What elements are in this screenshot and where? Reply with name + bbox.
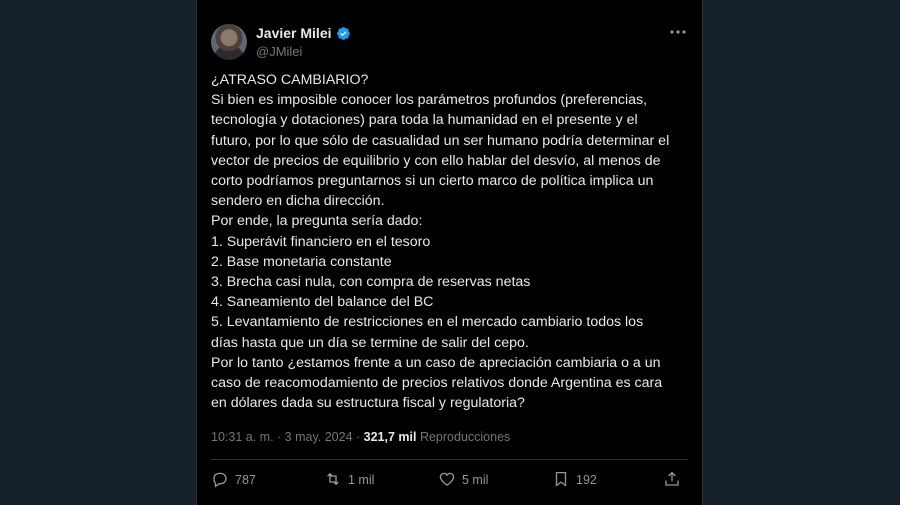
- tweet-line: en dólares dada su estructura fiscal y r…: [211, 395, 525, 412]
- tweet-line: tecnología y dotaciones) para toda la hu…: [211, 112, 638, 129]
- tweet-line: Si bien es imposible conocer los parámet…: [211, 92, 648, 109]
- tweet-line: 5. Levantamiento de restricciones en el …: [211, 314, 644, 331]
- tweet-line: 3. Brecha casi nula, con compra de reser…: [211, 274, 531, 291]
- tweet-line: vector de precios de equilibrio y con el…: [211, 152, 661, 169]
- bookmark-count: 192: [576, 473, 597, 487]
- tweet-body: ¿ATRASO CAMBIARIO? Si bien es imposible …: [211, 70, 691, 413]
- tweet-line: caso de reacomodamiento de precios relat…: [211, 375, 663, 392]
- views-label: Reproducciones: [419, 430, 511, 444]
- avatar[interactable]: [211, 24, 247, 60]
- reply-icon: [211, 470, 229, 491]
- tweet-line: ¿ATRASO CAMBIARIO?: [211, 72, 369, 88]
- tweet-line: Por ende, la pregunta sería dado:: [211, 213, 423, 230]
- retweet-count: 1 mil: [348, 473, 375, 487]
- like-count: 5 mil: [462, 473, 489, 487]
- author-display-name[interactable]: Javier Milei: [256, 25, 332, 41]
- retweet-button[interactable]: 1 mil: [324, 466, 374, 494]
- action-bar: 787 1 mil 5 mil 192: [211, 466, 688, 494]
- tweet-line: 1. Superávit financiero en el tesoro: [211, 233, 431, 250]
- bookmark-button[interactable]: 192: [552, 466, 597, 494]
- views-count: 321,7 mil: [363, 430, 417, 444]
- like-button[interactable]: 5 mil: [438, 466, 488, 494]
- tweet-line: 4. Saneamiento del balance del BC: [211, 294, 434, 311]
- tweet-line: corto podríamos preguntarnos si un ciert…: [211, 173, 654, 190]
- tweet-card: Javier Milei @JMilei ¿ATRASO CAMBIARIO? …: [196, 0, 703, 505]
- share-button[interactable]: [663, 466, 681, 494]
- heart-icon: [438, 470, 456, 491]
- tweet-meta: 10:31 a. m. · 3 may. 2024 · 321,7 mil Re…: [211, 430, 510, 444]
- tweet-line: futuro, por lo que sólo de casualidad un…: [211, 132, 670, 149]
- share-icon: [663, 470, 681, 491]
- tweet-header: Javier Milei @JMilei: [211, 22, 688, 62]
- tweet-line: 2. Base monetaria constante: [211, 253, 392, 270]
- divider: [211, 459, 688, 460]
- verified-badge-icon: [336, 26, 351, 41]
- bookmark-icon: [552, 470, 570, 491]
- retweet-icon: [324, 470, 342, 491]
- author-name-line: Javier Milei: [256, 25, 351, 41]
- meta-separator: ·: [273, 430, 285, 444]
- tweet-line: sendero en dicha dirección.: [211, 193, 385, 210]
- tweet-line: días hasta que un día se termine de sali…: [211, 334, 529, 351]
- author-handle[interactable]: @JMilei: [256, 44, 302, 59]
- meta-separator: ·: [352, 430, 364, 444]
- reply-button[interactable]: 787: [211, 466, 256, 494]
- tweet-time[interactable]: 10:31 a. m.: [211, 430, 274, 444]
- tweet-date[interactable]: 3 may. 2024: [285, 430, 353, 444]
- more-options-icon[interactable]: [668, 22, 688, 42]
- tweet-line: Por lo tanto ¿estamos frente a un caso d…: [211, 354, 661, 371]
- reply-count: 787: [235, 473, 256, 487]
